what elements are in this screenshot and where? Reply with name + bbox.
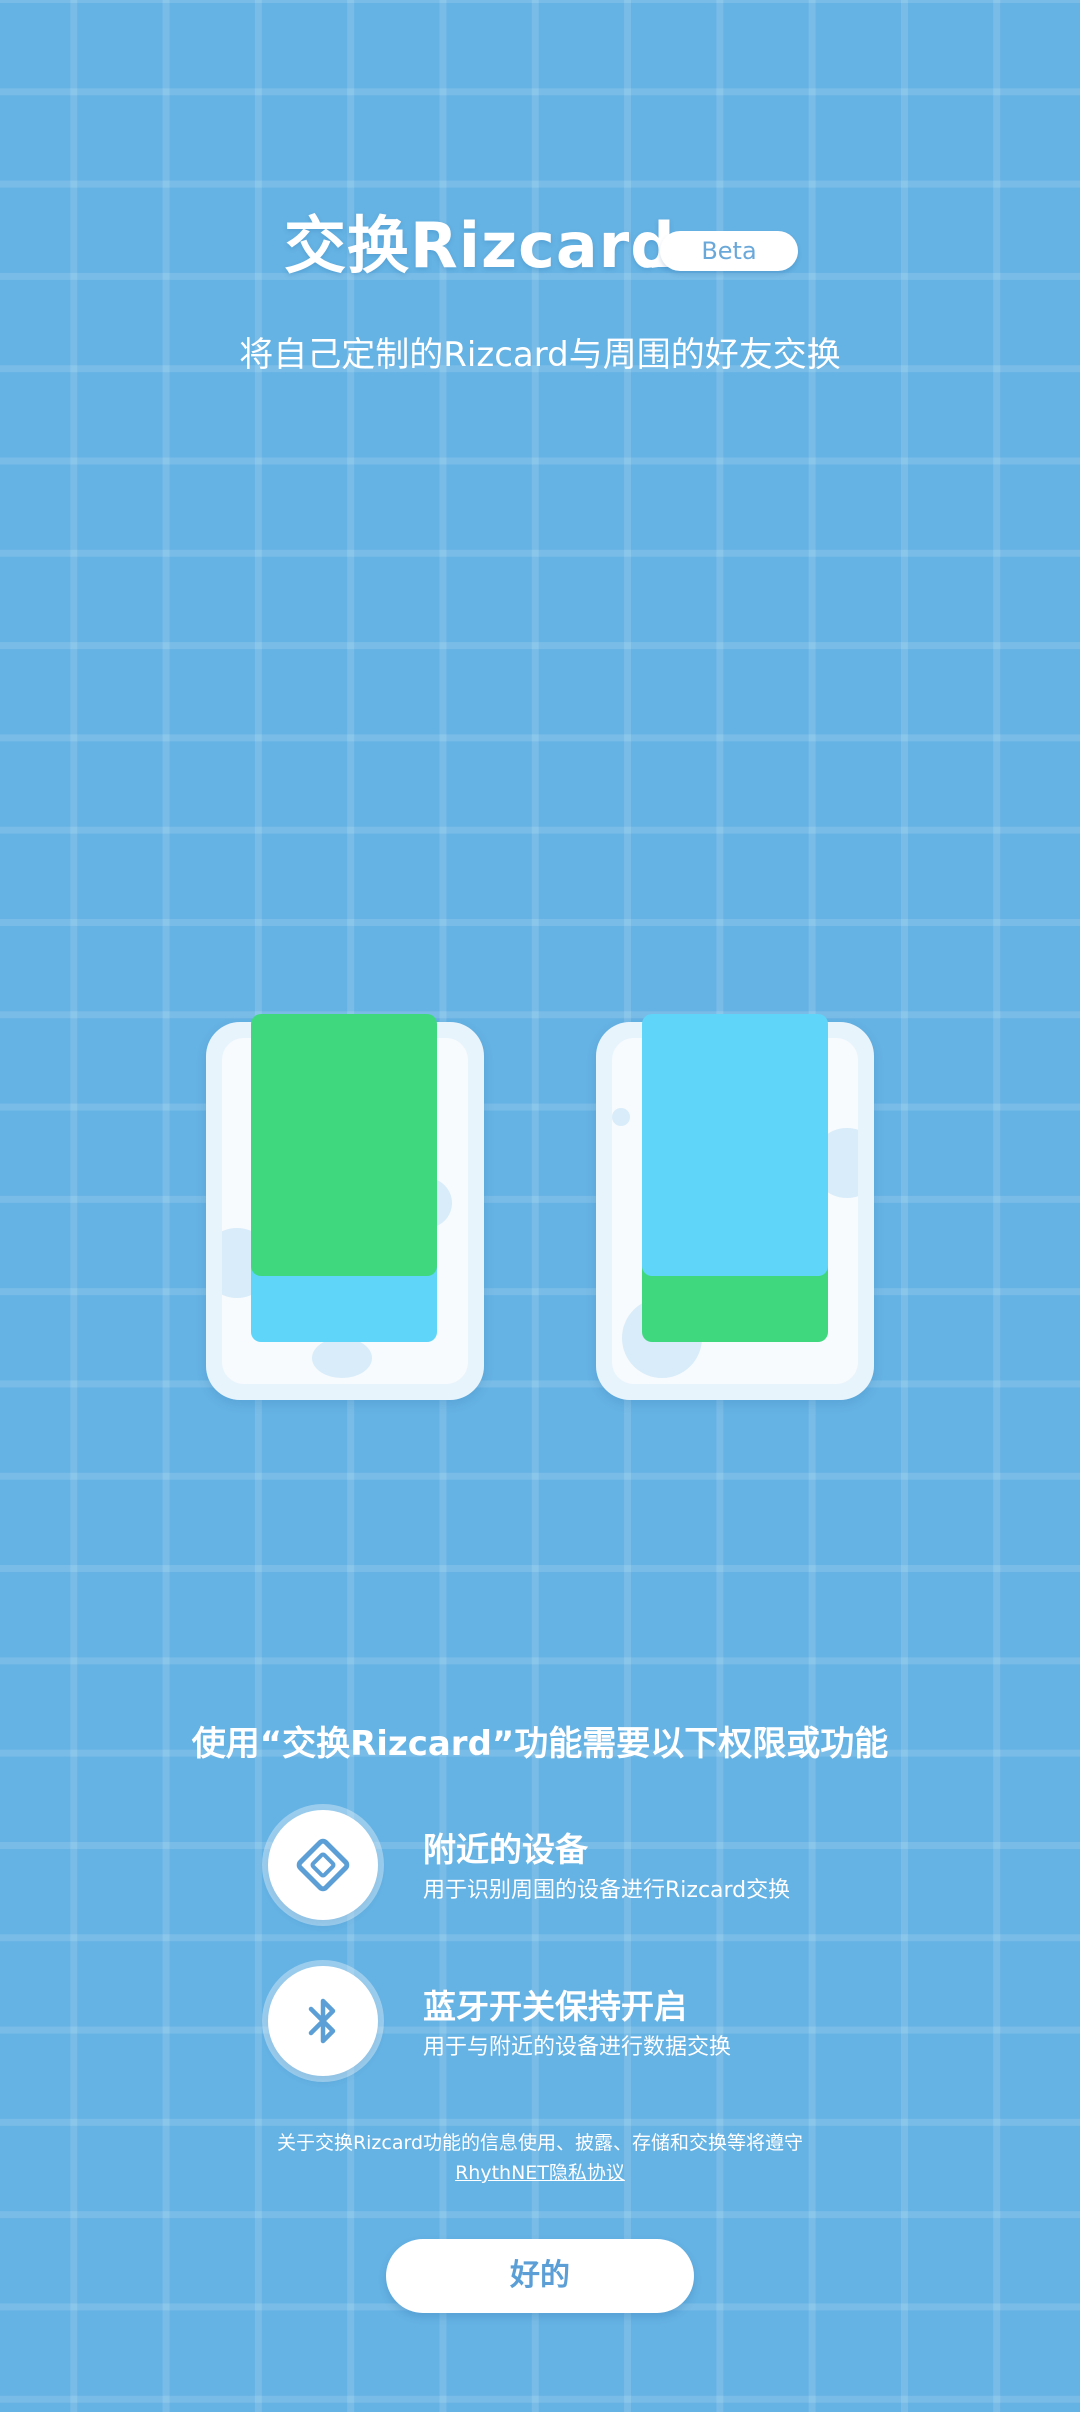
- page-subtitle: 将自己定制的Rizcard与周围的好友交换: [239, 335, 841, 375]
- privacy-link-row: RhythNET隐私协议: [0, 2158, 1080, 2185]
- left-phone-illustration: [206, 1014, 484, 1400]
- permission-title-nearby-devices: 附近的设备: [423, 1830, 588, 1869]
- permission-desc-nearby-devices: 用于识别周围的设备进行Rizcard交换: [423, 1878, 791, 1903]
- right-phone-illustration: [596, 1014, 874, 1400]
- beta-badge: Beta: [660, 231, 798, 271]
- ok-button[interactable]: 好的: [386, 2239, 694, 2313]
- page-title: 交换Rizcard: [284, 209, 676, 282]
- blue-card: [642, 1014, 828, 1276]
- header: 交换Rizcard Beta: [0, 206, 1080, 286]
- nearby-devices-icon: [268, 1810, 378, 1920]
- privacy-policy-link[interactable]: RhythNET隐私协议: [455, 2162, 625, 2184]
- privacy-notice: 关于交换Rizcard功能的信息使用、披露、存储和交换等将遵守: [276, 2132, 804, 2154]
- decor-bubble: [312, 1338, 372, 1378]
- green-card: [251, 1014, 437, 1276]
- bluetooth-icon: [268, 1966, 378, 2076]
- decor-bubble: [612, 1108, 630, 1126]
- permission-desc-bluetooth: 用于与附近的设备进行数据交换: [423, 2035, 732, 2060]
- permission-title-bluetooth: 蓝牙开关保持开启: [423, 1987, 687, 2026]
- permissions-heading: 使用“交换Rizcard”功能需要以下权限或功能: [191, 1724, 889, 1764]
